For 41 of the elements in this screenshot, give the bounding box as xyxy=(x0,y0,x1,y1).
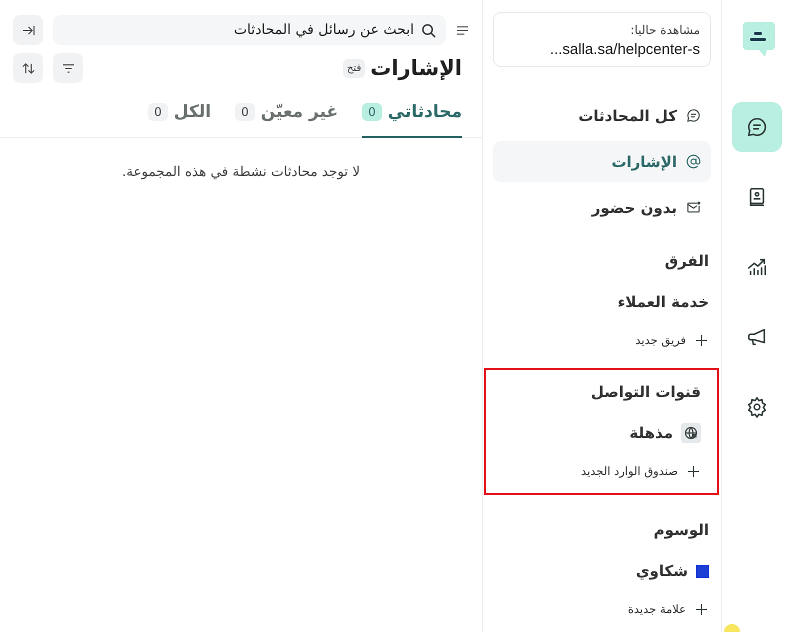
plus-icon xyxy=(696,604,707,614)
at-icon xyxy=(686,154,701,169)
count-badge: 0 xyxy=(148,102,168,120)
page-title: الإشارات xyxy=(370,56,462,80)
chat-icon xyxy=(746,116,768,138)
sort-button[interactable] xyxy=(13,53,43,83)
empty-message: لا توجد محادثات نشطة في هذه المجموعة. xyxy=(120,164,362,180)
search-icon xyxy=(421,23,436,38)
sidebar-item[interactable]: شكاوي xyxy=(636,549,709,593)
mail-icon xyxy=(686,200,701,215)
chat-icon xyxy=(686,108,701,123)
megaphone-icon xyxy=(746,326,768,348)
collapse-icon xyxy=(22,24,34,36)
filter-icon xyxy=(62,62,74,74)
plus-icon xyxy=(696,334,707,346)
sort-icon xyxy=(22,62,34,74)
current-view-label: مشاهدة حاليا: xyxy=(629,23,700,37)
count-badge: 0 xyxy=(235,102,255,120)
sidebar-item[interactable]: بدون حضور xyxy=(493,187,711,228)
section-heading: الوسوم xyxy=(652,520,709,541)
filter-button[interactable] xyxy=(53,53,83,83)
section-heading: قنوات التواصل xyxy=(590,382,701,403)
globe-icon xyxy=(681,423,701,443)
search-field[interactable]: ابحث عن رسائل في المحادثات xyxy=(53,15,446,45)
status-badge: فتح xyxy=(342,58,366,78)
chat-nav-button[interactable] xyxy=(732,102,782,152)
chart-icon xyxy=(746,256,768,278)
plus-icon xyxy=(688,466,699,476)
menu-icon[interactable] xyxy=(456,24,469,36)
sidebar-item[interactable]: خدمة العملاء xyxy=(618,280,709,324)
sidebar-item[interactable]: كل المحادثات xyxy=(493,95,711,136)
collapse-button[interactable] xyxy=(13,15,43,45)
add-link[interactable]: علامة جديدة xyxy=(628,593,709,625)
add-link[interactable]: فريق جديد xyxy=(635,324,709,356)
section-heading: الفرق xyxy=(664,251,709,272)
current-view-url: ...salla.sa/helpcenter-s xyxy=(548,41,700,58)
add-link[interactable]: صندوق الوارد الجديد xyxy=(581,455,701,487)
sidebar-item[interactable]: مذهلة xyxy=(629,411,701,455)
count-badge: 0 xyxy=(362,102,382,120)
sidebar-item[interactable]: الإشارات xyxy=(493,141,711,182)
settings-icon xyxy=(746,396,768,418)
